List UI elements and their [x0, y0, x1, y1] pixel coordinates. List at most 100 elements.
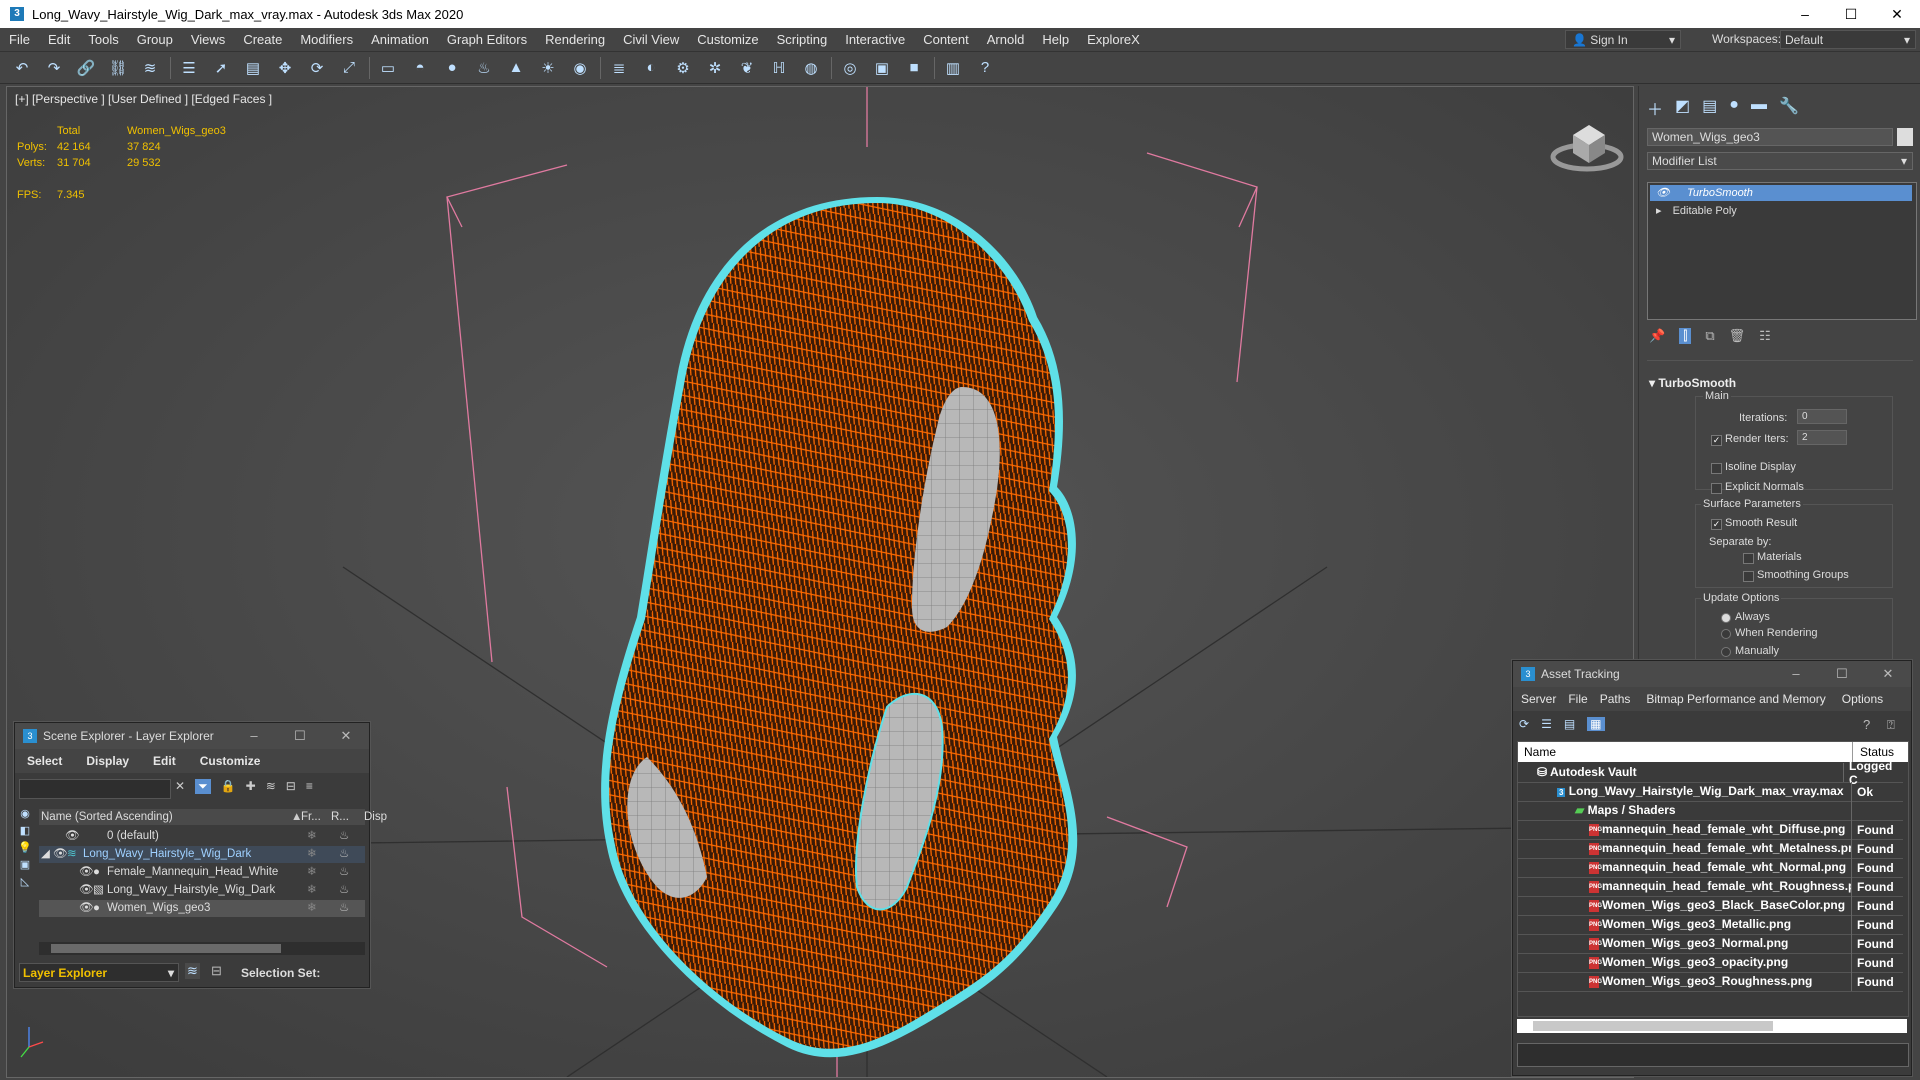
render-iters-checkbox[interactable]: ✓	[1711, 435, 1722, 446]
asset-row[interactable]: PNGWomen_Wigs_geo3_Normal.png Found	[1517, 934, 1903, 954]
col-name-header[interactable]: Name	[1524, 742, 1556, 762]
camera-filter-icon[interactable]: ▣	[20, 858, 30, 871]
teapot-icon[interactable]: ♨	[472, 56, 496, 80]
help-icon[interactable]: ?	[1863, 717, 1870, 732]
render-iters-spinner[interactable]: 2	[1797, 430, 1847, 445]
stack-item-turbosmooth[interactable]: 👁 TurboSmooth	[1650, 185, 1912, 201]
menu-graph-editors[interactable]: Graph Editors	[438, 32, 536, 47]
col-name-header[interactable]: Name (Sorted Ascending)	[41, 809, 173, 825]
menu-modifiers[interactable]: Modifiers	[291, 32, 362, 47]
menu-bitmap-performance[interactable]: Bitmap Performance and Memory	[1638, 692, 1833, 706]
hierarchy-icon[interactable]: ⊟	[286, 779, 296, 794]
horizontal-scrollbar[interactable]	[1517, 1019, 1907, 1033]
menu-civil-view[interactable]: Civil View	[614, 32, 688, 47]
hair-fur-icon[interactable]: ≣	[607, 56, 631, 80]
render-teapot-icon[interactable]: ♨	[339, 828, 349, 845]
menu-paths[interactable]: Paths	[1592, 692, 1639, 706]
display-none-icon[interactable]: ◉	[20, 807, 30, 820]
menu-display[interactable]: Display	[74, 754, 141, 768]
bind-space-warp-icon[interactable]: ≋	[138, 56, 162, 80]
clear-search-icon[interactable]: ✕	[175, 779, 185, 794]
modifier-list-dropdown[interactable]: Modifier List ▾	[1647, 152, 1913, 170]
asset-row[interactable]: PNGWomen_Wigs_geo3_Metallic.png Found	[1517, 915, 1903, 935]
select-scale-icon[interactable]: ⤢	[337, 56, 361, 80]
visibility-eye-icon[interactable]: 👁	[79, 900, 94, 917]
detail-view-icon[interactable]: ▤	[1564, 717, 1575, 731]
table-row[interactable]: 👁 ▧ Long_Wavy_Hairstyle_Wig_Dark ❄ ♨	[39, 882, 365, 899]
table-row[interactable]: 👁 ● Female_Mannequin_Head_White ❄ ♨	[39, 864, 365, 881]
select-move-icon[interactable]: ✥	[273, 56, 297, 80]
render-region-icon[interactable]: ▣	[870, 56, 894, 80]
link-icon[interactable]: 🔗	[74, 56, 98, 80]
unlink-icon[interactable]: ⛓	[106, 56, 130, 80]
render-teapot-icon[interactable]: ♨	[339, 864, 349, 881]
undo-icon[interactable]: ↶	[10, 56, 34, 80]
selection-filter-icon[interactable]: ☰	[177, 56, 201, 80]
stack-item-editable-poly[interactable]: ▸ Editable Poly	[1650, 203, 1912, 219]
menu-customize[interactable]: Customize	[688, 32, 767, 47]
material-icon[interactable]: ◐	[639, 56, 663, 80]
pin-stack-icon[interactable]: 📌	[1649, 328, 1665, 344]
asset-tracking-titlebar[interactable]: 3 Asset Tracking – ☐ ✕	[1513, 661, 1911, 687]
menu-scripting[interactable]: Scripting	[768, 32, 837, 47]
help-context-icon[interactable]: ⍰	[1887, 717, 1895, 733]
fur-icon[interactable]: ℍ	[767, 56, 791, 80]
cone-icon[interactable]: ▲	[504, 56, 528, 80]
sign-in-dropdown[interactable]: 👤 Sign In ▾	[1565, 30, 1681, 49]
minimize-button[interactable]: –	[231, 723, 277, 749]
asset-row-vault[interactable]: ⛁ Autodesk Vault Logged C	[1517, 759, 1903, 787]
menu-options[interactable]: Options	[1834, 692, 1891, 706]
refresh-icon[interactable]: ⟳	[1519, 717, 1529, 731]
create-tab-icon[interactable]: ＋	[1647, 96, 1663, 120]
always-radio[interactable]	[1721, 613, 1731, 623]
object-name-field[interactable]: Women_Wigs_geo3	[1647, 128, 1893, 146]
filter-icon[interactable]: ⏷	[195, 779, 211, 794]
expand-triangle-icon[interactable]: ▸	[1656, 205, 1662, 217]
scene-explorer-toggle-icon[interactable]: ⊟	[211, 963, 222, 979]
when-rendering-radio[interactable]	[1721, 629, 1731, 639]
freeze-icon[interactable]: ❄	[307, 864, 317, 881]
iterations-spinner[interactable]: 0	[1797, 409, 1847, 424]
menu-views[interactable]: Views	[182, 32, 234, 47]
table-view-icon[interactable]: ▦	[1587, 717, 1605, 731]
smooth-result-checkbox[interactable]: ✓	[1711, 519, 1722, 530]
viewport-label[interactable]: [+] [Perspective ] [User Defined ] [Edge…	[15, 92, 272, 106]
table-row[interactable]: 👁 0 (default) ❄ ♨	[39, 828, 365, 845]
freeze-icon[interactable]: ❄	[307, 900, 317, 917]
table-row[interactable]: ◢ 👁 ≋ Long_Wavy_Hairstyle_Wig_Dark ❄ ♨	[39, 846, 365, 863]
configure-sets-icon[interactable]: ☷	[1759, 328, 1771, 344]
menu-help[interactable]: Help	[1033, 32, 1078, 47]
render-setup-icon[interactable]: ⚙	[671, 56, 695, 80]
scrollbar-thumb[interactable]	[1533, 1021, 1773, 1031]
menu-animation[interactable]: Animation	[362, 32, 438, 47]
explicit-normals-checkbox[interactable]	[1711, 483, 1722, 494]
menu-edit[interactable]: Edit	[39, 32, 79, 47]
light-filter-icon[interactable]: 💡	[18, 841, 32, 854]
maximize-button[interactable]: ☐	[1828, 0, 1874, 28]
explorer-type-dropdown[interactable]: Layer Explorer ▾	[19, 963, 179, 982]
manually-radio[interactable]	[1721, 647, 1731, 657]
foliage-icon[interactable]: ❦	[735, 56, 759, 80]
hemisphere-icon[interactable]: ◓	[408, 56, 432, 80]
col-render-header[interactable]: R...	[331, 809, 349, 825]
render-teapot-icon[interactable]: ♨	[339, 846, 349, 863]
layer-explorer-icon[interactable]: ≋	[185, 963, 200, 979]
menu-select[interactable]: Select	[15, 754, 74, 768]
utilities-tab-icon[interactable]: 🔧	[1779, 96, 1799, 120]
menu-group[interactable]: Group	[128, 32, 182, 47]
modify-tab-icon[interactable]: ◩	[1675, 96, 1690, 120]
materials-checkbox[interactable]	[1743, 553, 1754, 564]
asset-path-field[interactable]	[1517, 1043, 1909, 1067]
asset-row-maps[interactable]: ▰ Maps / Shaders	[1517, 801, 1903, 821]
dome-light-icon[interactable]: ◉	[568, 56, 592, 80]
menu-rendering[interactable]: Rendering	[536, 32, 614, 47]
turbosmooth-rollout-title[interactable]: ▾ TurboSmooth	[1649, 376, 1736, 390]
make-unique-icon[interactable]: ⧉	[1705, 328, 1714, 344]
helper-filter-icon[interactable]: ◺	[21, 875, 29, 888]
asset-row-max-file[interactable]: 3 Long_Wavy_Hairstyle_Wig_Dark_max_vray.…	[1517, 782, 1903, 802]
table-row[interactable]: 👁 ● Women_Wigs_geo3 ❄ ♨	[39, 900, 365, 917]
stack-layers-icon[interactable]: ≡	[306, 779, 313, 794]
menu-create[interactable]: Create	[234, 32, 291, 47]
box-icon[interactable]: ▭	[376, 56, 400, 80]
asset-row[interactable]: PNGmannequin_head_female_wht_Metalness.p…	[1517, 839, 1903, 859]
